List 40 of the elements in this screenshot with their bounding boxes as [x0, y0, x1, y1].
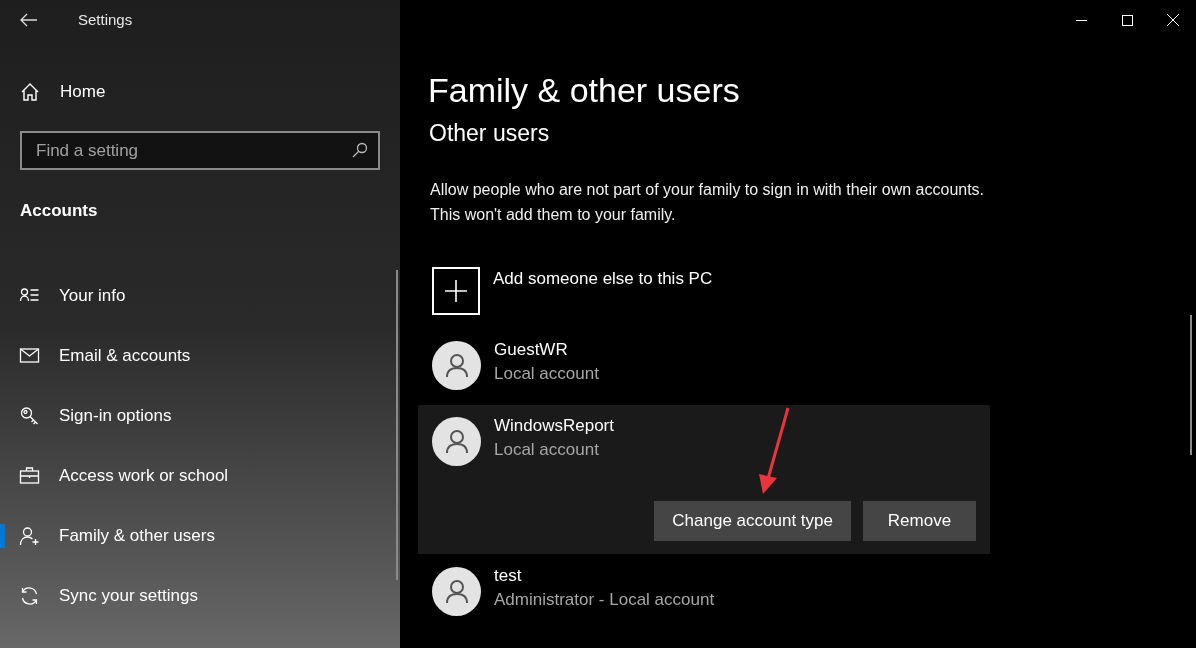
action-button[interactable]: Change account type: [654, 500, 851, 541]
user-account-item[interactable]: GuestWR Local account: [418, 340, 990, 390]
user-name: GuestWR: [494, 338, 569, 361]
scrollbar[interactable]: [1190, 315, 1192, 455]
key-icon: [19, 405, 40, 426]
user-avatar-icon: [432, 340, 481, 390]
user-avatar-icon: [432, 566, 481, 616]
account-type: Administrator - Local account: [494, 588, 715, 611]
nav-item[interactable]: Sync your settings: [0, 565, 400, 626]
user-name: test: [494, 564, 523, 587]
action-button[interactable]: Remove: [863, 500, 976, 541]
plus-icon: [432, 266, 480, 315]
section-subtitle: Other users: [428, 119, 551, 148]
back-arrow-icon[interactable]: [20, 13, 38, 27]
section-heading: Accounts: [19, 200, 99, 222]
page-title: Family & other users: [428, 70, 741, 111]
search-field[interactable]: Find a setting: [20, 131, 380, 170]
maximize-icon[interactable]: [1121, 14, 1133, 26]
nav-item[interactable]: Email & accounts: [0, 325, 400, 386]
home-nav-item[interactable]: Home: [0, 72, 400, 112]
window-title: Settings: [78, 9, 133, 30]
home-icon: [20, 82, 40, 102]
envelope-icon: [19, 345, 40, 366]
account-type: Local account: [494, 362, 599, 385]
sync-icon: [19, 585, 40, 606]
nav-item[interactable]: Family & other users: [0, 505, 400, 566]
user-name: WindowsReport: [494, 414, 614, 437]
add-user-item[interactable]: Add someone else to this PC: [428, 266, 1196, 315]
person-add-icon: [19, 525, 40, 546]
nav-item[interactable]: Access work or school: [0, 445, 400, 506]
close-icon[interactable]: [1167, 14, 1179, 26]
description-text: Allow people who are not part of your family to sign in with their own accounts. This won't add them to your family.: [429, 179, 986, 225]
briefcase-icon: [19, 465, 40, 486]
account-type: Local account: [494, 438, 600, 461]
nav-item[interactable]: Sign-in options: [0, 385, 400, 446]
scrollbar[interactable]: [396, 270, 398, 580]
nav-item[interactable]: Your info: [0, 265, 400, 326]
user-account-item[interactable]: test Administrator - Local account: [418, 566, 990, 616]
search-icon[interactable]: [352, 142, 368, 158]
user-avatar-icon: [432, 416, 481, 466]
